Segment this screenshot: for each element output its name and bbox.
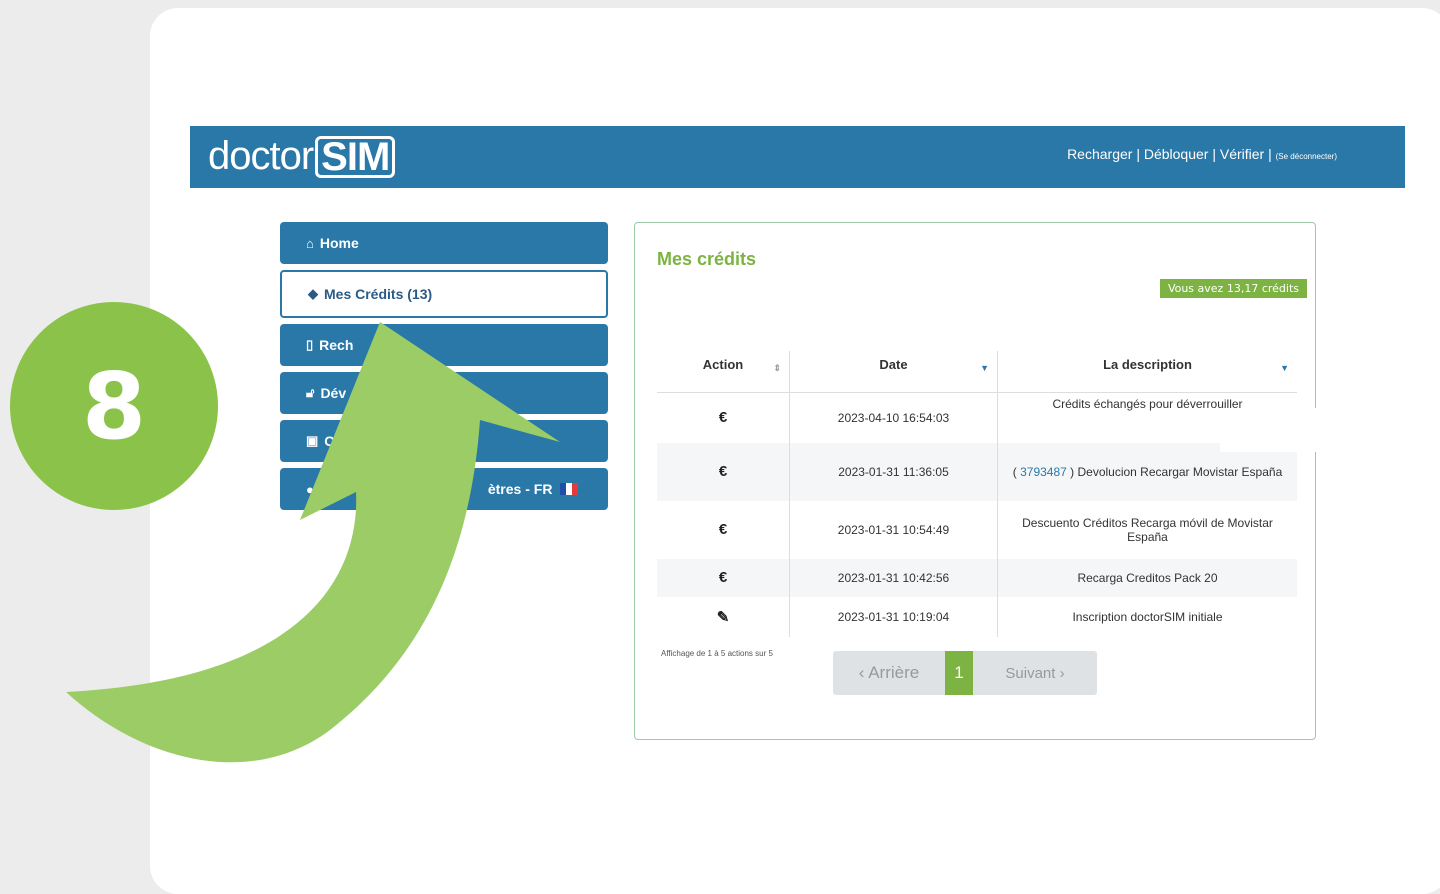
curved-arrow-icon — [66, 322, 560, 763]
step-number-badge: 8 — [10, 302, 218, 510]
